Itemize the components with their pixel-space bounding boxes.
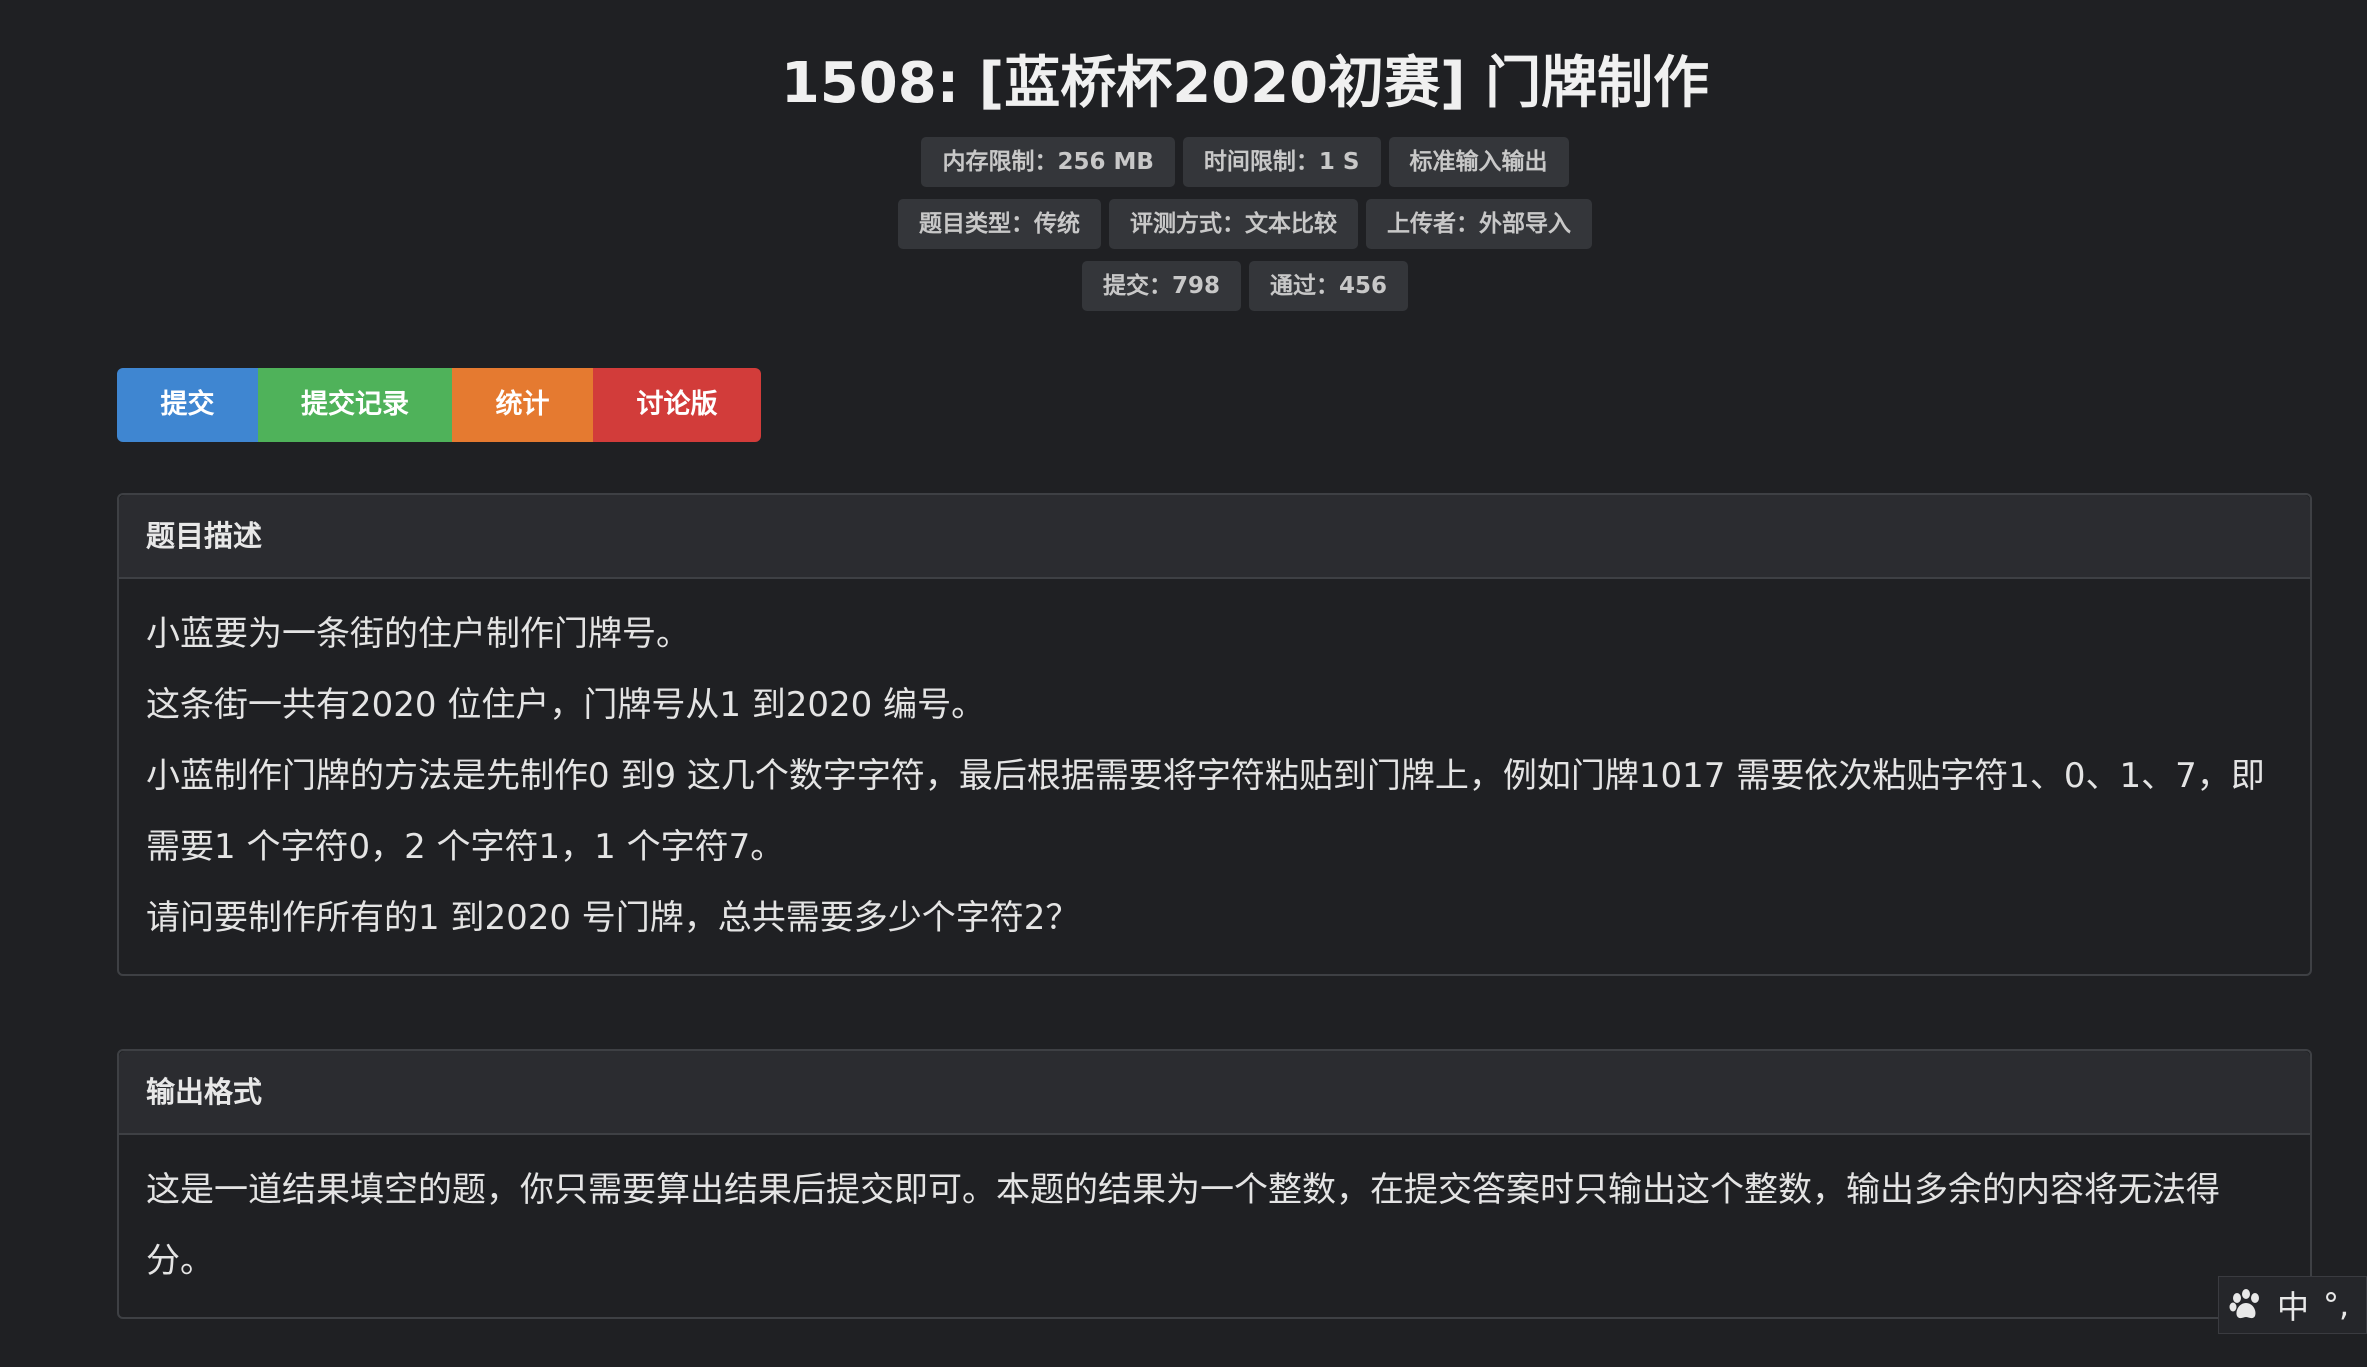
problem-type-badge: 题目类型：传统 (898, 199, 1101, 249)
output-format-text: 这是一道结果填空的题，你只需要算出结果后提交即可。本题的结果为一个整数，在提交答… (146, 1170, 2220, 1281)
submit-button[interactable]: 提交 (117, 368, 258, 442)
problem-title: 1508: [蓝桥杯2020初赛] 门牌制作 (780, 51, 1710, 116)
description-line: 请问要制作所有的1 到2020 号门牌，总共需要多少个字符2？ (146, 898, 1080, 938)
problem-page: 1508: [蓝桥杯2020初赛] 门牌制作 内存限制：256 MB 时间限制：… (0, 0, 2367, 1367)
description-line: 这条街一共有2020 位住户，门牌号从1 到2020 编号。 (146, 685, 986, 725)
judge-mode-badge: 评测方式：文本比较 (1109, 199, 1358, 249)
stats-row: 提交：798 通过：456 (0, 261, 2367, 311)
submit-count-badge: 提交：798 (1081, 261, 1241, 311)
meta-row: 题目类型：传统 评测方式：文本比较 上传者：外部导入 (0, 199, 2367, 249)
ime-toolbar[interactable]: 中 °, (2218, 1276, 2367, 1334)
accepted-count-badge: 通过：456 (1249, 261, 1409, 311)
uploader-badge: 上传者：外部导入 (1366, 199, 1592, 249)
problem-actions: 提交 提交记录 统计 讨论版 (117, 368, 761, 442)
description-line: 小蓝要为一条街的住户制作门牌号。 (146, 614, 690, 654)
limits-row: 内存限制：256 MB 时间限制：1 S 标准输入输出 (0, 137, 2367, 187)
description-heading: 题目描述 (119, 495, 2310, 579)
io-mode-badge: 标准输入输出 (1388, 137, 1569, 187)
submission-records-button[interactable]: 提交记录 (258, 368, 452, 442)
output-format-heading: 输出格式 (119, 1051, 2310, 1135)
time-limit-badge: 时间限制：1 S (1182, 137, 1381, 187)
description-panel: 题目描述 小蓝要为一条街的住户制作门牌号。 这条街一共有2020 位住户，门牌号… (117, 493, 2312, 976)
statistics-button[interactable]: 统计 (452, 368, 593, 442)
output-format-body: 这是一道结果填空的题，你只需要算出结果后提交即可。本题的结果为一个整数，在提交答… (119, 1135, 2310, 1317)
discussion-button[interactable]: 讨论版 (593, 368, 761, 442)
paw-icon[interactable] (2229, 1289, 2263, 1321)
output-format-panel: 输出格式 这是一道结果填空的题，你只需要算出结果后提交即可。本题的结果为一个整数… (117, 1049, 2312, 1319)
ime-mode-toggle[interactable]: 中 (2277, 1282, 2309, 1328)
ime-punctuation-toggle[interactable]: °, (2323, 1286, 2349, 1324)
memory-limit-badge: 内存限制：256 MB (921, 137, 1175, 187)
description-body: 小蓝要为一条街的住户制作门牌号。 这条街一共有2020 位住户，门牌号从1 到2… (119, 579, 2310, 974)
description-line: 小蓝制作门牌的方法是先制作0 到9 这几个数字字符，最后根据需要将字符粘贴到门牌… (146, 756, 2265, 867)
